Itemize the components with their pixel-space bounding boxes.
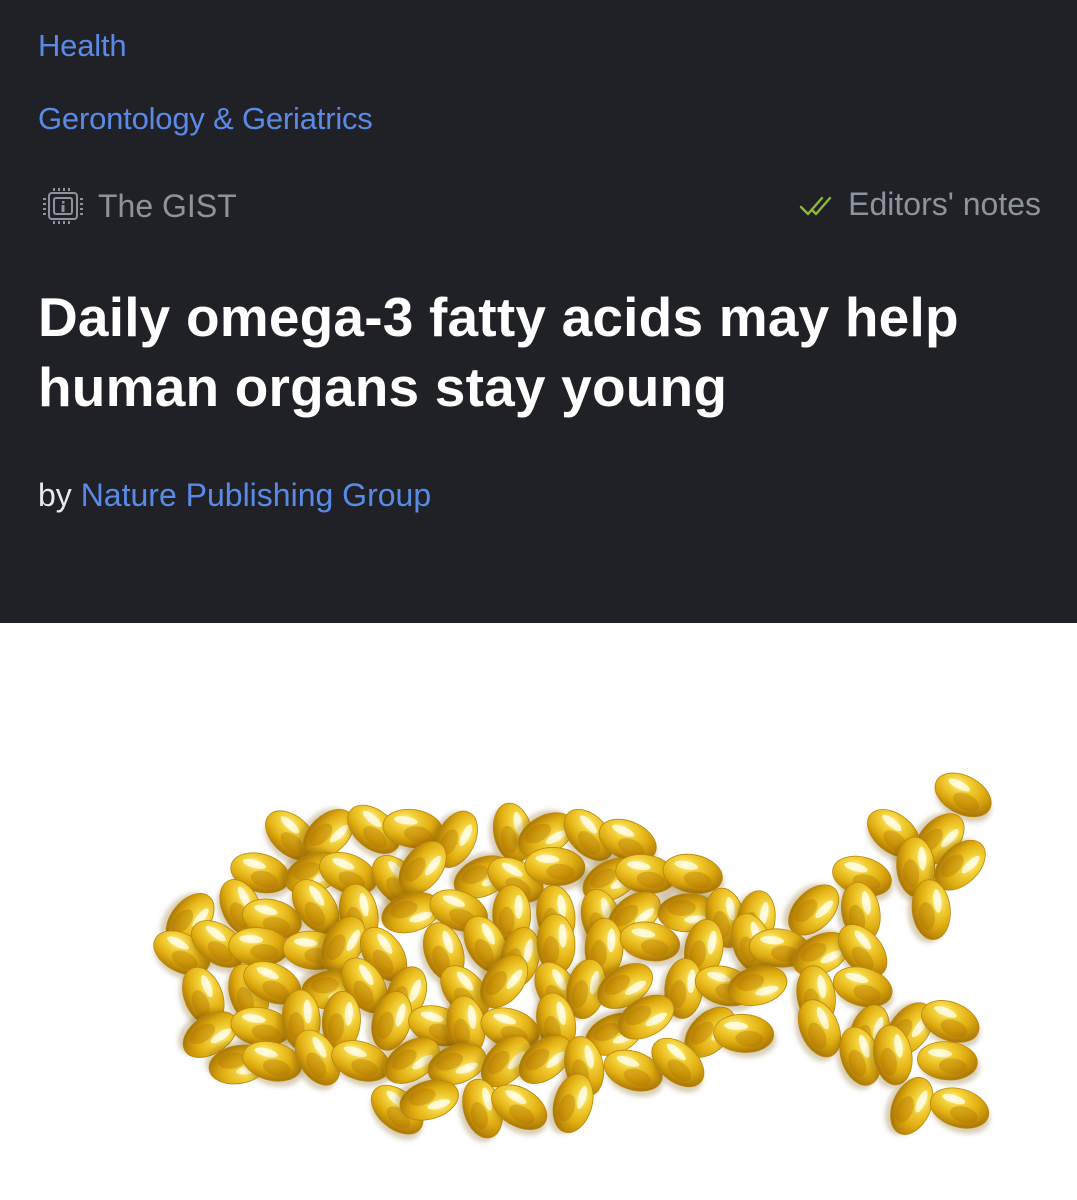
capsule [929, 1087, 991, 1134]
the-gist-label: The GIST [98, 187, 237, 224]
capsule [713, 1013, 777, 1058]
meta-row: The GIST Editors' notes [38, 186, 1041, 226]
byline: by Nature Publishing Group [38, 477, 431, 514]
editors-notes-button[interactable]: Editors' notes [798, 186, 1041, 223]
breadcrumb-gerontology-link[interactable]: Gerontology & Geriatrics [38, 101, 373, 137]
breadcrumb-health-link[interactable]: Health [38, 28, 127, 64]
fish-oil-capsules-image [153, 772, 992, 1143]
article-title: Daily omega-3 fatty acids may help human… [38, 286, 959, 418]
the-gist-button[interactable]: The GIST [38, 186, 237, 226]
article-page: Health Gerontology & Geriatrics The GIST… [0, 0, 1077, 1200]
chip-info-icon [38, 186, 88, 226]
byline-prefix: by [38, 477, 72, 513]
double-check-icon [798, 191, 838, 219]
editors-notes-label: Editors' notes [848, 186, 1041, 222]
article-header: Health Gerontology & Geriatrics The GIST… [0, 0, 1077, 623]
article-hero-image [0, 623, 1077, 1200]
author-link[interactable]: Nature Publishing Group [81, 477, 431, 513]
